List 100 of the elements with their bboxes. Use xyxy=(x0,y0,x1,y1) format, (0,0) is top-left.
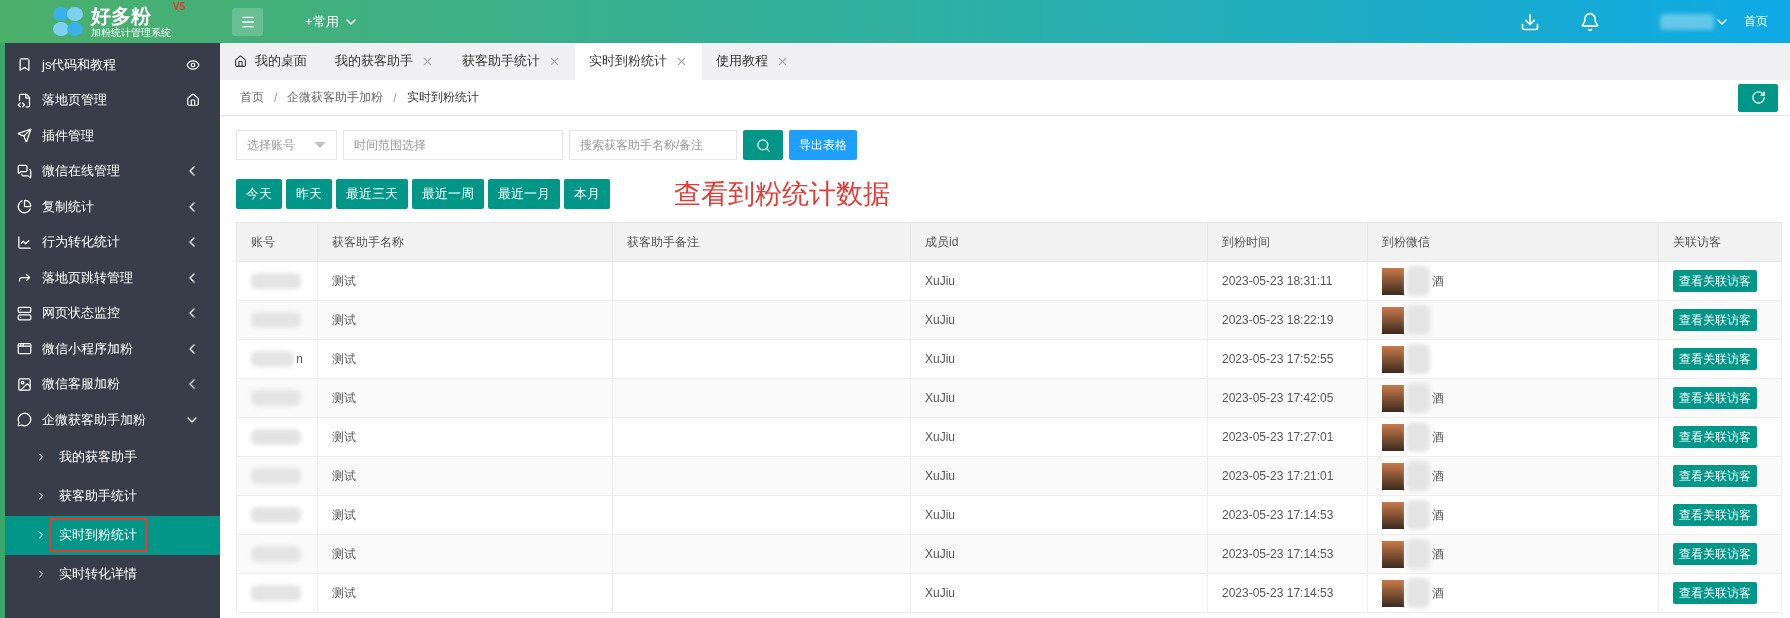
date-range-button[interactable]: 最近一月 xyxy=(488,179,560,209)
date-range-button[interactable]: 最近一周 xyxy=(412,179,484,209)
menu-item-icon xyxy=(17,199,32,215)
sidebar-item[interactable]: 落地页跳转管理 xyxy=(42,268,174,287)
table-cell: 酒 xyxy=(1432,467,1444,485)
table-cell: 酒 xyxy=(1432,428,1444,446)
sidebar-subitem[interactable]: 获客助手统计 xyxy=(5,476,220,516)
home-icon xyxy=(186,93,200,108)
table-cell: XuJiu xyxy=(910,495,1208,535)
blurred-text xyxy=(1406,422,1430,452)
date-range-button[interactable]: 今天 xyxy=(236,179,282,209)
date-range-button[interactable]: 昨天 xyxy=(286,179,332,209)
view-visitors-button[interactable]: 查看关联访客 xyxy=(1673,504,1757,526)
table-cell: 2023-05-23 17:14:53 xyxy=(1207,495,1368,535)
close-icon[interactable] xyxy=(548,55,561,68)
eye-icon xyxy=(186,57,200,72)
search-field[interactable]: 搜索获客助手名称/备注 xyxy=(569,130,737,160)
page-tab[interactable]: 获客助手统计 xyxy=(448,43,575,80)
table-cell: 测试 xyxy=(317,456,613,496)
sidebar-item[interactable]: 复制统计 xyxy=(42,197,174,216)
sidebar-item[interactable]: 微信小程序加粉 xyxy=(42,339,174,358)
table-cell: 测试 xyxy=(317,378,613,418)
refresh-button[interactable] xyxy=(1738,83,1778,112)
page-tab[interactable]: 我的桌面 xyxy=(220,43,321,80)
breadcrumb-item[interactable]: 首页 xyxy=(240,89,264,106)
breadcrumb-item: 实时到粉统计 xyxy=(406,89,479,106)
table-cell: 2023-05-23 17:21:01 xyxy=(1207,456,1368,496)
sidebar-item[interactable]: js代码和教程 xyxy=(42,55,176,74)
blurred-text xyxy=(251,429,301,445)
view-visitors-button[interactable]: 查看关联访客 xyxy=(1673,348,1757,370)
menu-item-icon xyxy=(17,341,32,357)
table-cell: n xyxy=(296,352,303,366)
bell-icon xyxy=(1580,11,1600,32)
avatar-placeholder xyxy=(1382,384,1404,412)
sidebar-item[interactable]: 企微获客助手加粉 xyxy=(42,410,174,429)
sidebar-item[interactable]: 微信在线管理 xyxy=(42,162,174,181)
column-header: 获客助手名称 xyxy=(317,222,613,262)
close-icon[interactable] xyxy=(421,55,434,68)
logo-subtitle: 加粉统计管理系统 xyxy=(91,26,171,39)
table-cell: 2023-05-23 17:14:53 xyxy=(1207,573,1368,613)
breadcrumb-separator: / xyxy=(393,90,397,105)
table-cell: 2023-05-23 17:52:55 xyxy=(1207,339,1368,379)
table-cell: 2023-05-23 17:42:05 xyxy=(1207,378,1368,418)
table-cell: XuJiu xyxy=(910,300,1208,340)
sidebar-subitem-active[interactable]: 实时到粉统计 xyxy=(5,515,220,555)
page-tab[interactable]: 使用教程 xyxy=(702,43,803,80)
table-cell: XuJiu xyxy=(910,534,1208,574)
menu-item-icon xyxy=(17,376,32,392)
view-visitors-button[interactable]: 查看关联访客 xyxy=(1673,309,1757,331)
table-cell: XuJiu xyxy=(910,261,1208,301)
avatar-placeholder xyxy=(1382,345,1404,373)
column-header: 关联访客 xyxy=(1658,222,1782,262)
table-cell: 测试 xyxy=(317,339,613,379)
table-cell: XuJiu xyxy=(910,378,1208,418)
sidebar-item[interactable]: 微信客服加粉 xyxy=(42,375,174,394)
column-header: 到粉微信 xyxy=(1367,222,1659,262)
view-visitors-button[interactable]: 查看关联访客 xyxy=(1673,270,1757,292)
table-cell: 2023-05-23 17:14:53 xyxy=(1207,534,1368,574)
view-visitors-button[interactable]: 查看关联访客 xyxy=(1673,543,1757,565)
sidebar-item[interactable]: 插件管理 xyxy=(42,126,200,145)
view-visitors-button[interactable]: 查看关联访客 xyxy=(1673,387,1757,409)
blurred-text xyxy=(1406,266,1430,296)
date-range-button[interactable]: 最近三天 xyxy=(336,179,408,209)
home-icon xyxy=(234,55,247,68)
sidebar-item[interactable]: 落地页管理 xyxy=(42,91,176,110)
view-visitors-button[interactable]: 查看关联访客 xyxy=(1673,582,1757,604)
menu-item-icon xyxy=(17,412,32,428)
table-cell: 测试 xyxy=(317,573,613,613)
table-cell: XuJiu xyxy=(910,417,1208,457)
time-range-field[interactable]: 时间范围选择 xyxy=(343,130,563,160)
table-cell: XuJiu xyxy=(910,573,1208,613)
close-icon[interactable] xyxy=(776,55,789,68)
table-cell: XuJiu xyxy=(910,456,1208,496)
column-header: 到粉时间 xyxy=(1207,222,1368,262)
view-visitors-button[interactable]: 查看关联访客 xyxy=(1673,426,1757,448)
sidebar-item[interactable]: 行为转化统计 xyxy=(42,233,174,252)
logo-version: V5 xyxy=(172,0,185,12)
view-visitors-button[interactable]: 查看关联访客 xyxy=(1673,465,1757,487)
table-cell: 测试 xyxy=(317,300,613,340)
table-cell: 酒 xyxy=(1432,272,1444,290)
breadcrumb-separator: / xyxy=(274,90,278,105)
date-range-button[interactable]: 本月 xyxy=(564,179,610,209)
close-icon[interactable] xyxy=(675,55,688,68)
search-button[interactable] xyxy=(743,130,783,160)
page-tab[interactable]: 我的获客助手 xyxy=(321,43,448,80)
table-cell: 2023-05-23 17:27:01 xyxy=(1207,417,1368,457)
menu-item-icon xyxy=(17,163,32,179)
sidebar-item[interactable]: 网页状态监控 xyxy=(42,304,174,323)
menu-button[interactable] xyxy=(232,7,263,36)
table-cell: 测试 xyxy=(317,534,613,574)
breadcrumb-item[interactable]: 企微获客助手加粉 xyxy=(287,89,384,106)
menu-item-icon xyxy=(17,305,32,321)
table-cell: 酒 xyxy=(1432,389,1444,407)
avatar-placeholder xyxy=(1382,306,1404,334)
avatar-placeholder xyxy=(1382,579,1404,607)
page-tab[interactable]: 实时到粉统计 xyxy=(575,43,702,80)
menu-item-icon xyxy=(17,57,32,73)
blurred-text xyxy=(251,273,301,289)
sidebar-subitem[interactable]: 实时转化详情 xyxy=(5,554,220,594)
sidebar-subitem[interactable]: 我的获客助手 xyxy=(5,437,220,477)
